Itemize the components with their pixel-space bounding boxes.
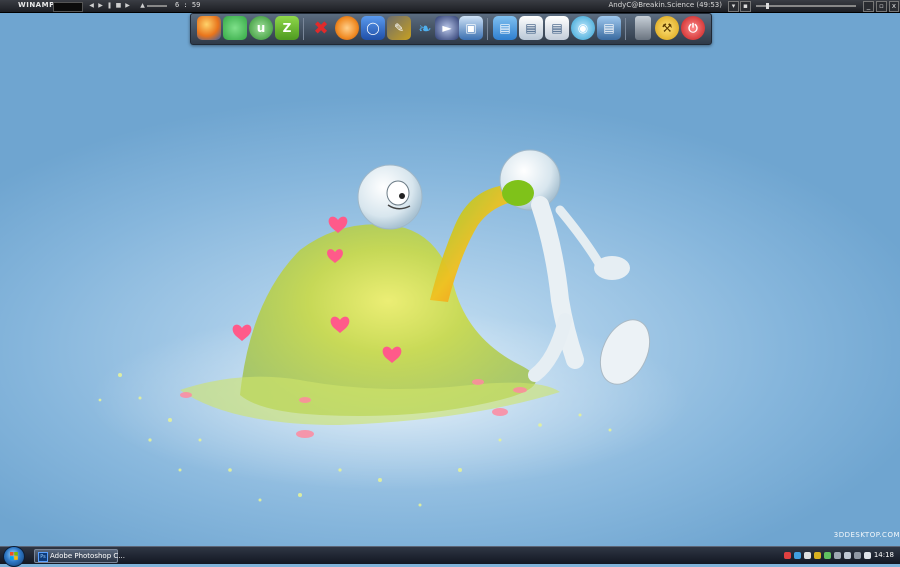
speaker-icon[interactable] xyxy=(824,552,831,559)
next-icon[interactable]: ▶ xyxy=(124,2,131,9)
power-icon[interactable]: ⏻ xyxy=(681,16,705,40)
visualizer xyxy=(53,2,83,12)
computer-icon[interactable]: ▤ xyxy=(493,16,517,40)
dock-separator xyxy=(487,18,488,40)
z-app-icon[interactable]: Z xyxy=(275,16,299,40)
taskbar-button-photoshop[interactable]: Ps Adobe Photoshop C... xyxy=(34,549,125,563)
trash-icon[interactable] xyxy=(635,16,651,40)
window-icon[interactable]: ▣ xyxy=(459,16,483,40)
system-tray: 14:18 xyxy=(780,547,900,564)
track-title: AndyC@Breakin.Science (49:53) xyxy=(608,1,722,9)
watermark: 3DDESKTOP.COM xyxy=(833,531,900,539)
dock-separator xyxy=(303,18,304,40)
pencil-icon[interactable]: ✎ xyxy=(387,16,411,40)
tools-icon[interactable]: ✖ xyxy=(309,16,333,40)
network-icon[interactable] xyxy=(804,552,811,559)
folder-icon[interactable]: ▤ xyxy=(597,16,621,40)
display-icon[interactable] xyxy=(844,552,851,559)
dock-separator xyxy=(625,18,626,40)
clock[interactable]: 14:18 xyxy=(874,547,894,564)
orange-disc-icon[interactable] xyxy=(335,16,359,40)
network-icon[interactable]: ◉ xyxy=(571,16,595,40)
messenger-icon[interactable] xyxy=(223,16,247,40)
media-icon[interactable]: ► xyxy=(435,16,459,40)
arrow-icon[interactable] xyxy=(834,552,841,559)
utorrent-icon[interactable]: u xyxy=(249,16,273,40)
photoshop-icon: Ps xyxy=(38,552,48,562)
firefox-icon[interactable] xyxy=(197,16,221,40)
mode-icon[interactable]: ▪ xyxy=(740,1,751,12)
seek-bar[interactable] xyxy=(147,5,167,7)
desktop-wallpaper: 3DDESKTOP.COM xyxy=(0,0,900,563)
minimize-icon[interactable]: _ xyxy=(863,1,874,12)
play-icon[interactable]: ▶ xyxy=(97,2,104,9)
document-icon[interactable]: ▤ xyxy=(519,16,543,40)
track-time: 6 : 59 xyxy=(175,1,201,9)
taskbar-button-label: Adobe Photoshop C... xyxy=(50,552,125,560)
winamp-bar: WINAMP ◀ ▶ ❚ ■ ▶ ▲ 6 : 59 AndyC@Breakin.… xyxy=(0,0,900,13)
tools2-icon[interactable]: ⚒ xyxy=(655,16,679,40)
camera-icon[interactable]: ◯ xyxy=(361,16,385,40)
restore-icon[interactable]: ▫ xyxy=(876,1,887,12)
stop-icon[interactable]: ■ xyxy=(115,2,122,9)
volume-knob[interactable] xyxy=(766,3,769,9)
taskbar: Ps Adobe Photoshop C... 14:18 xyxy=(0,546,900,567)
shield-icon[interactable] xyxy=(814,552,821,559)
winamp-logo: WINAMP xyxy=(18,1,55,9)
speaker-volume-icon[interactable] xyxy=(864,552,871,559)
prev-icon[interactable]: ◀ xyxy=(88,2,95,9)
shade-icon[interactable]: ▾ xyxy=(728,1,739,12)
feather-icon[interactable]: ❧ xyxy=(413,16,437,40)
volume-icon[interactable] xyxy=(794,552,801,559)
eject-icon[interactable]: ▲ xyxy=(139,2,146,9)
document2-icon[interactable]: ▤ xyxy=(545,16,569,40)
battery-icon[interactable] xyxy=(854,552,861,559)
pause-icon[interactable]: ❚ xyxy=(106,2,113,9)
windows-flag-icon xyxy=(10,552,18,560)
volume-bar[interactable] xyxy=(756,5,856,7)
start-button[interactable] xyxy=(3,546,25,567)
wallpaper-artwork xyxy=(90,149,690,507)
icon-dock: u Z ✖ ◯ ✎ ❧ ► ▣ ▤ ▤ ▤ ◉ ▤ ⚒ ⏻ xyxy=(190,13,712,45)
colorful-tray-icon[interactable] xyxy=(784,552,791,559)
close-icon[interactable]: x xyxy=(889,1,899,12)
